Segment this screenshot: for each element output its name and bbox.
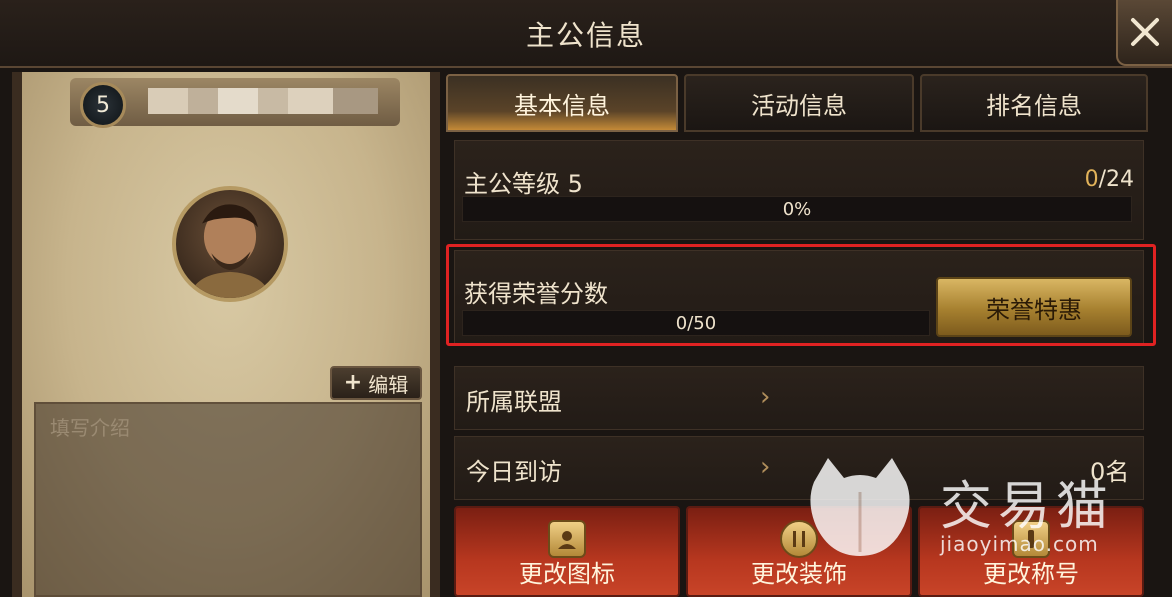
intro-placeholder: 填写介绍 xyxy=(50,416,130,440)
watermark: 交易猫 jiaoyimao.com xyxy=(800,452,1140,562)
change-icon-button[interactable]: 更改图标 xyxy=(454,506,680,597)
lord-level-progress-bar: 0% xyxy=(462,196,1132,222)
plus-icon: + xyxy=(343,370,363,395)
lord-level-progress-text: 0% xyxy=(782,199,812,220)
portrait-icon xyxy=(548,520,586,558)
close-icon xyxy=(1131,18,1159,46)
lord-level-label: 主公等级 5 xyxy=(464,170,583,198)
window-title: 主公信息 xyxy=(525,19,646,52)
change-icon-label: 更改图标 xyxy=(519,560,615,588)
edit-label: 编辑 xyxy=(368,372,409,397)
title-bar: 主公信息 xyxy=(0,0,1172,68)
level-badge: 5 xyxy=(80,82,126,128)
watermark-main: 交易猫 xyxy=(940,477,1115,537)
lord-level-count: 0/24 xyxy=(1085,167,1134,192)
lord-level-max: 24 xyxy=(1106,167,1134,192)
cat-logo-icon xyxy=(810,458,910,556)
visits-label: 今日到访 xyxy=(466,458,562,486)
tab-basic-info[interactable]: 基本信息 xyxy=(446,74,678,132)
watermark-sub: jiaoyimao.com xyxy=(940,532,1099,556)
highlight-box xyxy=(446,244,1156,346)
chevron-right-icon: › xyxy=(760,452,771,482)
intro-textarea[interactable]: 填写介绍 xyxy=(34,402,422,597)
lord-level-current: 0 xyxy=(1084,167,1099,192)
chevron-right-icon: › xyxy=(760,382,771,412)
alliance-label: 所属联盟 xyxy=(466,388,562,416)
portrait-icon xyxy=(189,204,271,298)
tab-ranking-info[interactable]: 排名信息 xyxy=(920,74,1148,132)
player-name-censored xyxy=(148,88,378,114)
lord-level-separator: / xyxy=(1098,167,1106,192)
tab-activity-info[interactable]: 活动信息 xyxy=(684,74,914,132)
avatar[interactable] xyxy=(172,186,288,302)
edit-intro-button[interactable]: + 编辑 xyxy=(330,366,422,400)
close-button[interactable] xyxy=(1116,0,1172,66)
